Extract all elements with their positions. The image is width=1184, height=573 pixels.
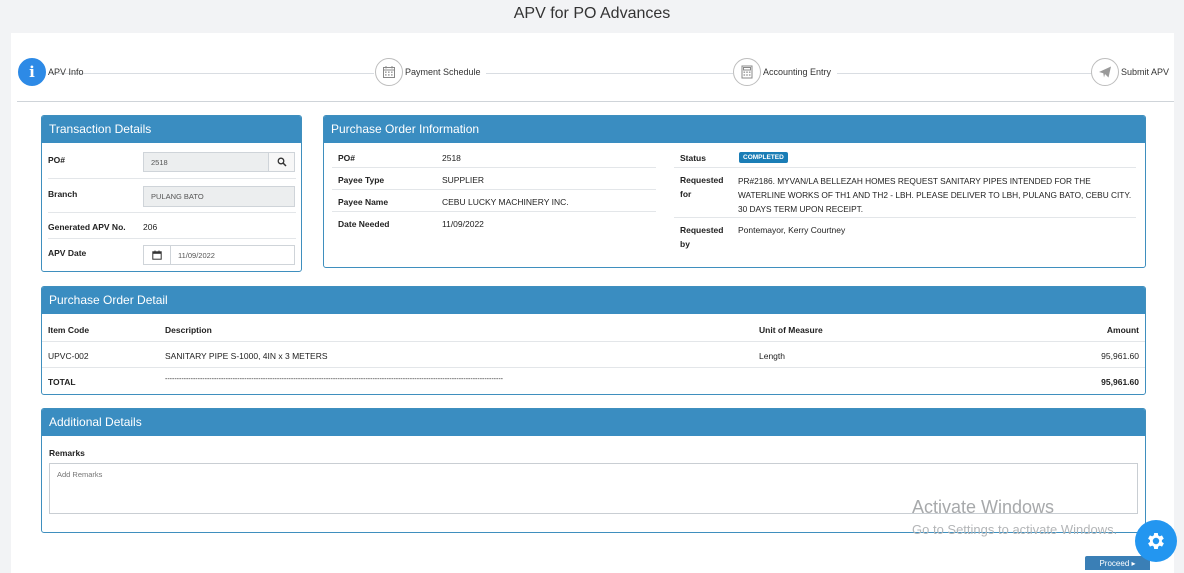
column-header-description: Description [165, 325, 212, 335]
total-label: TOTAL [48, 377, 76, 387]
branch-field[interactable]: PULANG BATO [143, 186, 295, 207]
step-label: APV Info [48, 67, 84, 77]
step-connector [486, 73, 733, 74]
row-divider [42, 341, 1145, 342]
column-header-item-code: Item Code [48, 325, 90, 335]
transaction-details-panel: Transaction Details PO# 2518 Branch PULA… [41, 115, 302, 272]
step-connector [51, 73, 374, 74]
panel-title: Purchase Order Detail [42, 287, 1145, 314]
search-icon [277, 157, 287, 167]
step-apv-info[interactable]: i APV Info [18, 58, 84, 86]
requested-by-label-2: by [680, 239, 690, 249]
row-divider [48, 178, 296, 179]
column-header-uom: Unit of Measure [759, 325, 823, 335]
apv-number-value: 206 [143, 222, 158, 232]
po-search-button[interactable] [268, 152, 295, 172]
requested-for-label-2: for [680, 189, 692, 199]
po-value: 2518 [442, 153, 461, 163]
po-label: PO# [338, 153, 356, 163]
date-needed-label: Date Needed [338, 219, 390, 229]
calendar-icon [375, 58, 403, 86]
payee-type-value: SUPPLIER [442, 175, 485, 185]
row-divider [48, 238, 296, 239]
row-divider [48, 212, 296, 213]
activate-windows-message: Go to Settings to activate Windows. [912, 522, 1118, 537]
apv-number-label: Generated APV No. [48, 222, 126, 232]
requested-for-label: Requested [680, 175, 724, 185]
info-icon: i [18, 58, 46, 86]
table-cell-uom: Length [759, 351, 785, 361]
total-amount: 95,961.60 [1101, 377, 1139, 387]
total-dashes: ----------------------------------------… [165, 376, 504, 383]
apv-date-calendar-button[interactable] [143, 245, 171, 265]
proceed-button[interactable]: Proceed ▸ [1085, 556, 1150, 570]
gear-icon [1148, 533, 1164, 549]
main-content: i APV Info Payment Schedule Accounting E… [11, 33, 1174, 573]
column-header-amount: Amount [1106, 325, 1139, 335]
po-number-field[interactable]: 2518 [143, 152, 269, 172]
step-label: Submit APV [1121, 67, 1170, 77]
panel-title: Additional Details [42, 409, 1145, 436]
payee-name-label: Payee Name [338, 197, 389, 207]
page-title: APV for PO Advances [513, 5, 671, 22]
row-divider [332, 211, 656, 212]
requested-for-value: PR#2186. MYVAN/LA BELLEZAH HOMES REQUEST… [738, 176, 1132, 214]
table-cell-description: SANITARY PIPE S-1000, 4IN x 3 METERS [165, 351, 328, 361]
row-divider [332, 167, 656, 168]
step-label: Payment Schedule [405, 67, 481, 77]
remarks-label: Remarks [49, 448, 85, 458]
status-label: Status [680, 153, 706, 163]
panel-title: Transaction Details [42, 116, 301, 143]
apv-date-label: APV Date [48, 248, 87, 258]
table-cell-amount: 95,961.60 [1101, 351, 1139, 361]
payee-name-value: CEBU LUCKY MACHINERY INC. [442, 197, 569, 207]
po-information-panel: Purchase Order Information PO# 2518 Paye… [323, 115, 1146, 268]
branch-label: Branch [48, 189, 78, 199]
calendar-icon [152, 250, 162, 260]
apv-date-field[interactable]: 11/09/2022 [170, 245, 295, 265]
settings-button[interactable] [1135, 520, 1177, 562]
row-divider [674, 217, 1136, 218]
wizard-stepper: i APV Info Payment Schedule Accounting E… [11, 33, 1174, 105]
requested-by-value: Pontemayor, Kerry Courtney [738, 225, 846, 235]
row-divider [42, 367, 1145, 368]
step-submit-apv[interactable]: Submit APV [1091, 58, 1169, 86]
row-divider [332, 189, 656, 190]
panel-title: Purchase Order Information [324, 116, 1145, 143]
activate-windows-title: Activate Windows [912, 497, 1055, 517]
step-label: Accounting Entry [763, 67, 832, 77]
po-detail-panel: Purchase Order Detail Item Code Descript… [41, 286, 1146, 395]
calculator-icon [733, 58, 761, 86]
date-needed-value: 11/09/2022 [442, 219, 484, 229]
send-icon [1091, 58, 1119, 86]
requested-by-label: Requested [680, 225, 724, 235]
po-label: PO# [48, 155, 66, 165]
step-payment-schedule[interactable]: Payment Schedule [375, 58, 481, 86]
payee-type-label: Payee Type [338, 175, 385, 185]
divider [17, 101, 1174, 102]
row-divider [674, 167, 1136, 168]
step-connector [837, 73, 1092, 74]
table-cell-item-code: UPVC-002 [48, 351, 89, 361]
status-badge: COMPLETED [739, 152, 788, 163]
step-accounting-entry[interactable]: Accounting Entry [733, 58, 831, 86]
